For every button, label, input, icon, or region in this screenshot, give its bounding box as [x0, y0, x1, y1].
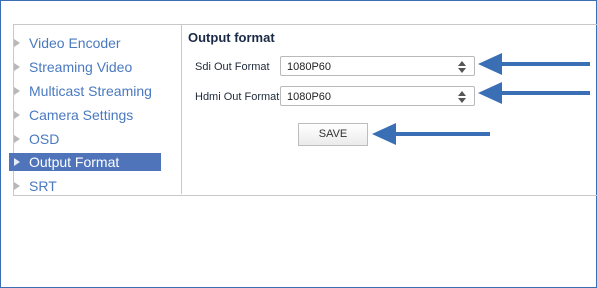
sidebar-item-label: Streaming Video [29, 59, 133, 75]
select-caret-icon [458, 61, 466, 73]
sidebar-item-label: Output Format [29, 154, 120, 170]
hdmi-out-format-value: 1080P60 [287, 91, 332, 103]
triangle-right-icon [14, 87, 20, 96]
annotation-arrow-icon [478, 82, 590, 104]
sdi-out-format-value: 1080P60 [287, 61, 332, 73]
sidebar-item-label: Multicast Streaming [29, 83, 152, 99]
annotation-arrow-icon [478, 53, 590, 75]
select-caret-icon [458, 91, 466, 103]
sidebar-item-label: Video Encoder [29, 35, 121, 51]
annotation-arrow-icon [372, 123, 490, 145]
save-button[interactable]: SAVE [298, 123, 368, 146]
sidebar-item-osd[interactable]: OSD [9, 130, 161, 148]
triangle-right-icon [14, 158, 20, 167]
sidebar-item-camera-settings[interactable]: Camera Settings [9, 106, 161, 124]
triangle-right-icon [14, 39, 20, 48]
page-title: Output format [188, 30, 275, 45]
sdi-out-format-label: Sdi Out Format [195, 61, 270, 73]
hdmi-out-format-select[interactable]: 1080P60 [280, 86, 475, 106]
sidebar-item-streaming-video[interactable]: Streaming Video [9, 58, 161, 76]
sidebar-item-label: Camera Settings [29, 107, 134, 123]
sidebar-item-srt[interactable]: SRT [9, 177, 161, 195]
triangle-right-icon [14, 135, 20, 144]
triangle-right-icon [14, 63, 20, 72]
sidebar-item-multicast-streaming[interactable]: Multicast Streaming [9, 82, 161, 100]
hdmi-out-format-label: Hdmi Out Format [195, 91, 280, 103]
sidebar-item-output-format[interactable]: Output Format [9, 153, 161, 171]
sidebar-item-label: SRT [29, 178, 57, 194]
sidebar-item-label: OSD [29, 131, 60, 147]
triangle-right-icon [14, 182, 20, 191]
sidebar-item-video-encoder[interactable]: Video Encoder [9, 34, 161, 52]
triangle-right-icon [14, 111, 20, 120]
sdi-out-format-select[interactable]: 1080P60 [280, 56, 475, 76]
